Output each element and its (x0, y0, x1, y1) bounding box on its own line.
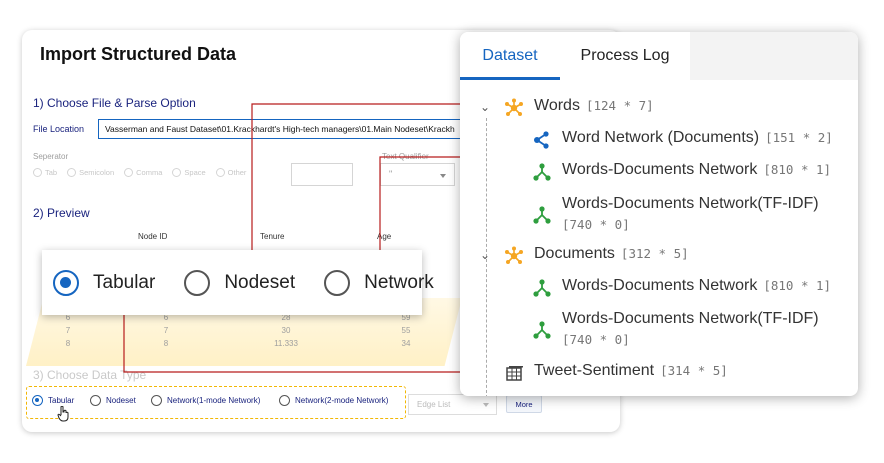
network-tree-icon (533, 321, 551, 339)
network-tree-icon (533, 279, 551, 297)
panel-tabs: Dataset Process Log (460, 32, 858, 80)
chevron-down-icon[interactable]: ⌄ (480, 248, 490, 262)
data-type-network-1mode[interactable]: Network(1-mode Network) (151, 395, 260, 406)
dataset-words-documents-network[interactable]: Words-Documents Network [810 * 1] (532, 161, 831, 182)
radio-selected-icon (53, 269, 79, 296)
data-type-nodeset[interactable]: Nodeset (90, 395, 136, 406)
radio-icon (90, 395, 101, 406)
dialog-title: Import Structured Data (40, 44, 237, 64)
chevron-down-icon (440, 174, 446, 178)
preview-header-age: Age (377, 232, 392, 241)
chevron-down-icon (483, 403, 489, 407)
separator-other[interactable]: Other (215, 168, 246, 177)
network-tree-icon (533, 163, 551, 181)
separator-label: Seperator (33, 152, 69, 161)
section-preview: 2) Preview (33, 206, 90, 220)
dataset-words-documents-network-tfidf[interactable]: Words-Documents Network(TF-IDF) [740 * 0] (532, 193, 819, 235)
separator-other-input[interactable] (291, 163, 353, 186)
file-location-label: File Location (33, 124, 85, 134)
network-tree-icon (533, 206, 551, 224)
hand-cursor-icon (57, 406, 69, 422)
separator-semicolon[interactable]: Semicolon (67, 168, 114, 177)
radio-icon (184, 269, 211, 296)
node-cluster-icon (505, 246, 523, 264)
separator-options: Tab Semicolon Comma Space Other (33, 168, 246, 177)
preview-header-tenure: Tenure (260, 232, 285, 241)
more-button[interactable]: More (506, 395, 542, 413)
data-type-network-2mode[interactable]: Network(2-mode Network) (279, 395, 388, 406)
radio-icon (279, 395, 290, 406)
file-location-input[interactable]: Vasserman and Faust Dataset\01.Krackhard… (98, 119, 478, 139)
chevron-down-icon[interactable]: ⌄ (480, 100, 490, 114)
zoom-option-network[interactable]: Network (324, 269, 434, 296)
separator-tab[interactable]: Tab (33, 168, 57, 177)
dataset-word-network[interactable]: Word Network (Documents) [151 * 2] (532, 129, 833, 150)
radio-selected-icon (32, 395, 43, 406)
separator-space[interactable]: Space (172, 168, 206, 177)
section-data-type: 3) Choose Data Type (33, 368, 147, 382)
zoom-option-nodeset[interactable]: Nodeset (184, 269, 295, 296)
data-type-tabular[interactable]: Tabular (32, 395, 74, 406)
tab-dataset[interactable]: Dataset (460, 32, 560, 80)
dataset-documents-words-network-tfidf[interactable]: Words-Documents Network(TF-IDF) [740 * 0] (532, 308, 819, 350)
separator-comma[interactable]: Comma (124, 168, 162, 177)
dataset-documents[interactable]: Documents [312 * 5] (504, 245, 689, 266)
network-share-icon (534, 131, 549, 149)
radio-icon (151, 395, 162, 406)
dataset-tweet-sentiment[interactable]: Tweet-Sentiment [314 * 5] (504, 362, 728, 383)
data-type-zoom-callout: Tabular Nodeset Network (42, 250, 434, 315)
section-parse-option: 1) Choose File & Parse Option (33, 96, 196, 110)
tab-process-log[interactable]: Process Log (560, 32, 690, 80)
table-icon (506, 366, 523, 381)
radio-icon (324, 269, 351, 296)
zoom-option-tabular[interactable]: Tabular (53, 269, 155, 296)
node-cluster-icon (505, 98, 523, 116)
dataset-documents-words-network[interactable]: Words-Documents Network [810 * 1] (532, 277, 831, 298)
edge-list-select[interactable]: Edge List (408, 394, 497, 415)
preview-header-node-id: Node ID (138, 232, 168, 241)
text-qualifier-select[interactable]: " (380, 163, 455, 186)
text-qualifier-label: Text Qualifier (382, 152, 429, 161)
dataset-words[interactable]: Words [124 * 7] (504, 97, 654, 118)
dataset-panel: Dataset Process Log ⌄ Words [124 * 7] Wor… (460, 32, 858, 396)
